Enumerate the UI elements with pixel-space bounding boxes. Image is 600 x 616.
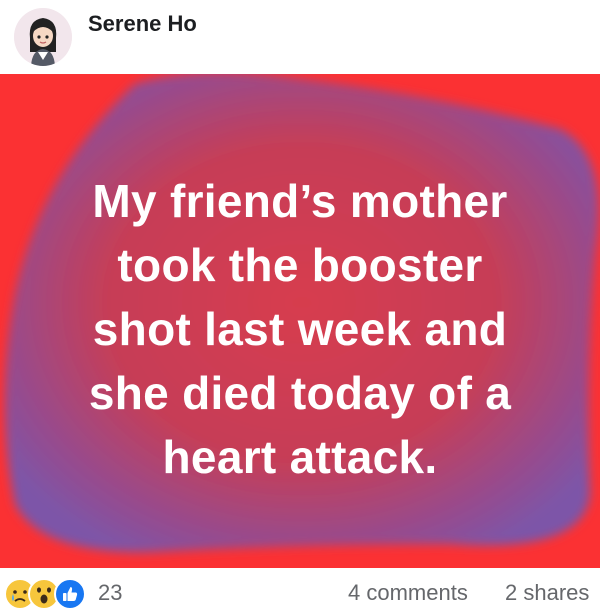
post-image: My friend’s mother took the booster shot… — [0, 74, 600, 568]
post-text-line: took the booster — [117, 239, 483, 291]
post-text-line: My friend’s mother — [92, 175, 508, 227]
reaction-summary[interactable] — [4, 578, 94, 610]
comments-count[interactable]: 4 comments — [348, 580, 468, 606]
author-name[interactable]: Serene Ho — [88, 11, 197, 37]
like-icon — [54, 578, 86, 610]
post-text-line: shot last week and — [92, 303, 508, 355]
reaction-count[interactable]: 23 — [98, 580, 122, 606]
post-text-line: heart attack. — [162, 431, 438, 483]
post-text: My friend’s mother took the booster shot… — [20, 169, 580, 489]
shares-count[interactable]: 2 shares — [505, 580, 589, 606]
avatar-image — [14, 8, 72, 66]
avatar[interactable] — [14, 8, 72, 66]
post-text-line: she died today of a — [88, 367, 512, 419]
post-header: Serene Ho — [0, 0, 600, 72]
post-footer: 23 4 comments 2 shares — [0, 568, 600, 616]
